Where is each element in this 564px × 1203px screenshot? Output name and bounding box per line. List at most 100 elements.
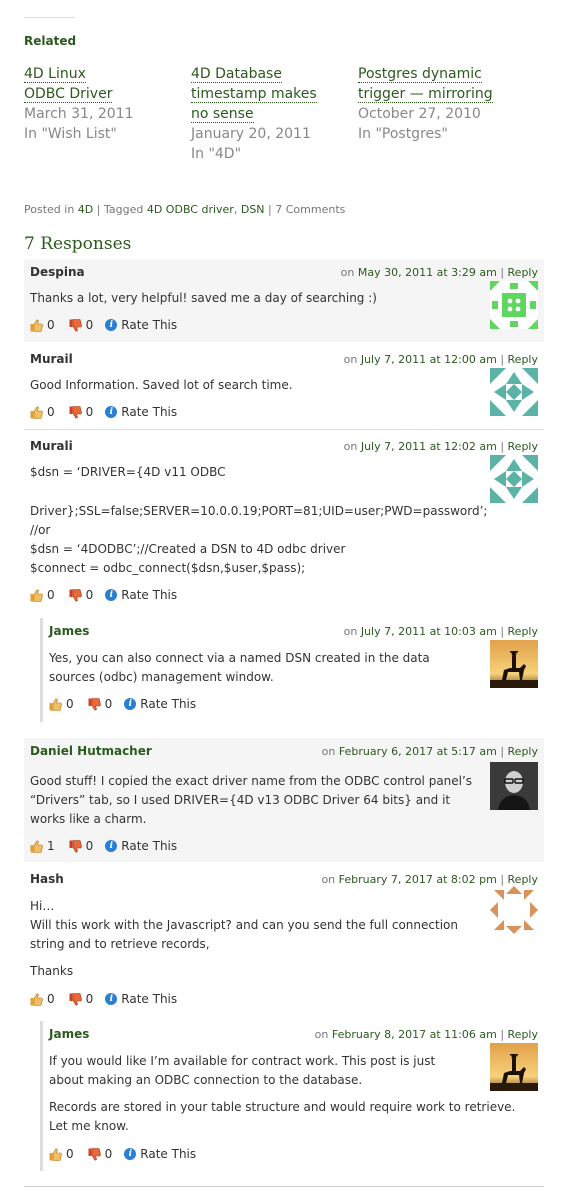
thumbs-down-count: 0 (85, 992, 94, 1006)
comment-date-link[interactable]: July 7, 2011 at 12:02 am (361, 440, 497, 453)
related-link[interactable]: Postgres dynamic trigger — mirroring (358, 66, 493, 103)
rate-this-label[interactable]: Rate This (121, 318, 177, 332)
rate-this-label[interactable]: Rate This (140, 697, 196, 711)
rating-bar: 0 0 i Rate This (30, 992, 177, 1006)
comment-meta: on July 7, 2011 at 12:00 am | Reply (343, 353, 538, 366)
thumbs-down-icon[interactable] (69, 405, 82, 419)
rating-bar: 0 0 i Rate This (30, 405, 177, 419)
thumbs-up-icon[interactable] (30, 839, 43, 853)
comment-text: Good Information. Saved lot of search ti… (30, 378, 293, 392)
comment-date-link[interactable]: February 8, 2017 at 11:06 am (332, 1028, 497, 1041)
comment-text: Hi… Will this work with the Javascript? … (30, 899, 458, 978)
comment-date-link[interactable]: July 7, 2011 at 12:00 am (361, 353, 497, 366)
avatar (490, 1043, 538, 1091)
info-icon[interactable]: i (105, 319, 118, 331)
comment-date-link[interactable]: July 7, 2011 at 10:03 am (361, 625, 497, 638)
avatar (490, 455, 538, 503)
reply-link[interactable]: Reply (508, 440, 538, 453)
related-category: In "Wish List" (24, 126, 117, 142)
info-icon[interactable]: i (105, 840, 118, 852)
reply-link[interactable]: Reply (508, 745, 538, 758)
comment-author: James (49, 624, 90, 638)
comment-text: Thanks a lot, very helpful! saved me a d… (30, 291, 377, 305)
related-category: In "Postgres" (358, 126, 448, 142)
comment-author: Murali (30, 439, 73, 453)
comment: Despina on May 30, 2011 at 3:29 am | Rep… (24, 259, 544, 342)
thumbs-up-icon[interactable] (30, 318, 43, 332)
comment-divider (24, 429, 544, 430)
comment: Hash on February 7, 2017 at 8:02 pm | Re… (24, 866, 544, 1012)
info-icon[interactable]: i (124, 698, 137, 710)
rating-bar: 0 0 i Rate This (30, 318, 177, 332)
info-icon[interactable]: i (105, 993, 118, 1005)
comment-author: Despina (30, 265, 85, 279)
thumbs-up-icon[interactable] (30, 992, 43, 1006)
avatar (490, 368, 538, 416)
thumbs-down-count: 0 (85, 588, 94, 602)
thumbs-up-count: 0 (47, 588, 55, 602)
comment-author: Daniel Hutmacher (30, 744, 152, 758)
reply-link[interactable]: Reply (508, 873, 538, 886)
bottom-divider (24, 1186, 544, 1187)
thumbs-down-count: 0 (85, 405, 94, 419)
thumbs-down-count: 0 (85, 839, 94, 853)
thumbs-down-icon[interactable] (88, 697, 101, 711)
thumbs-up-icon[interactable] (49, 697, 62, 711)
comment-author: James (49, 1027, 90, 1041)
rating-bar: 0 0 i Rate This (49, 697, 196, 711)
comment: Daniel Hutmacher on February 6, 2017 at … (24, 738, 544, 862)
rating-bar: 1 0 i Rate This (30, 839, 177, 853)
related-heading: Related (24, 34, 77, 48)
info-icon[interactable]: i (105, 589, 118, 601)
thumbs-up-count: 0 (66, 697, 74, 711)
avatar (490, 640, 538, 688)
comment-date-link[interactable]: February 7, 2017 at 8:02 pm (339, 873, 497, 886)
thumbs-up-count: 0 (47, 405, 55, 419)
info-icon[interactable]: i (124, 1148, 137, 1160)
comment-text: Yes, you can also connect via a named DS… (49, 651, 430, 684)
comment-author: Murail (30, 352, 73, 366)
related-link[interactable]: 4D Linux ODBC Driver (24, 66, 113, 103)
thumbs-down-icon[interactable] (88, 1147, 101, 1161)
thumbs-up-icon[interactable] (49, 1147, 62, 1161)
rating-bar: 0 0 i Rate This (30, 588, 177, 602)
thumbs-up-count: 0 (47, 992, 55, 1006)
reply-link[interactable]: Reply (508, 1028, 538, 1041)
reply-link[interactable]: Reply (508, 625, 538, 638)
comment-meta: on February 8, 2017 at 11:06 am | Reply (314, 1028, 538, 1041)
avatar (490, 886, 538, 934)
related-link[interactable]: 4D Database timestamp makes no sense (191, 66, 317, 123)
thumbs-down-icon[interactable] (69, 318, 82, 332)
reply-link[interactable]: Reply (508, 353, 538, 366)
rate-this-label[interactable]: Rate This (121, 992, 177, 1006)
info-icon[interactable]: i (105, 406, 118, 418)
comment-meta: on July 7, 2011 at 10:03 am | Reply (343, 625, 538, 638)
related-date: March 31, 2011 (24, 106, 134, 122)
avatar (490, 762, 538, 810)
comments-link[interactable]: 7 Comments (275, 203, 345, 216)
rate-this-label[interactable]: Rate This (121, 588, 177, 602)
reply-comment: James on July 7, 2011 at 10:03 am | Repl… (40, 618, 544, 722)
thumbs-up-count: 0 (66, 1147, 74, 1161)
comment-meta: on February 7, 2017 at 8:02 pm | Reply (321, 873, 538, 886)
category-link[interactable]: 4D (78, 203, 93, 216)
thumbs-down-icon[interactable] (69, 992, 82, 1006)
avatar (490, 281, 538, 329)
related-date: January 20, 2011 (191, 126, 311, 142)
rate-this-label[interactable]: Rate This (121, 405, 177, 419)
thumbs-up-icon[interactable] (30, 405, 43, 419)
tag-link[interactable]: DSN (241, 203, 265, 216)
related-item: 4D Linux ODBC Driver March 31, 2011 In "W… (24, 64, 174, 144)
thumbs-down-icon[interactable] (69, 588, 82, 602)
responses-heading: 7 Responses (24, 234, 132, 254)
comment-date-link[interactable]: May 30, 2011 at 3:29 am (358, 266, 497, 279)
related-date: October 27, 2010 (358, 106, 481, 122)
comment-date-link[interactable]: February 6, 2017 at 5:17 am (339, 745, 497, 758)
rate-this-label[interactable]: Rate This (140, 1147, 196, 1161)
reply-link[interactable]: Reply (508, 266, 538, 279)
thumbs-down-icon[interactable] (69, 839, 82, 853)
tag-link[interactable]: 4D ODBC driver (147, 203, 234, 216)
thumbs-up-icon[interactable] (30, 588, 43, 602)
thumbs-up-count: 1 (47, 839, 55, 853)
rate-this-label[interactable]: Rate This (121, 839, 177, 853)
